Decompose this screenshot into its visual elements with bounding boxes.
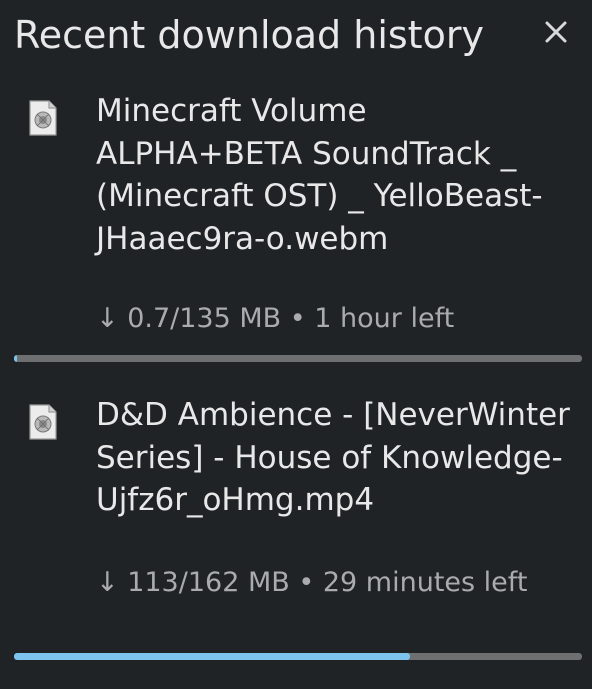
download-history-panel: Recent download history Minecraft Volume… (0, 0, 592, 689)
download-progress-bar (14, 653, 582, 660)
panel-header: Recent download history (14, 10, 578, 62)
close-icon[interactable] (538, 14, 574, 50)
download-filename: Minecraft Volume ALPHA+BETA SoundTrack _… (96, 93, 543, 257)
download-filename: D&D Ambience - [NeverWinter Series] - Ho… (96, 397, 570, 518)
panel-title: Recent download history (14, 13, 484, 57)
download-item[interactable]: D&D Ambience - [NeverWinter Series] - Ho… (0, 392, 592, 677)
download-progress-fill (14, 355, 17, 362)
file-icon (28, 100, 58, 136)
download-progress-fill (14, 653, 411, 660)
download-status: ↓ 0.7/135 MB • 1 hour left (96, 303, 455, 334)
download-item[interactable]: Minecraft Volume ALPHA+BETA SoundTrack _… (0, 88, 592, 378)
file-icon (28, 404, 58, 440)
download-status: ↓ 113/162 MB • 29 minutes left (96, 567, 528, 598)
download-progress-bar (14, 355, 582, 362)
